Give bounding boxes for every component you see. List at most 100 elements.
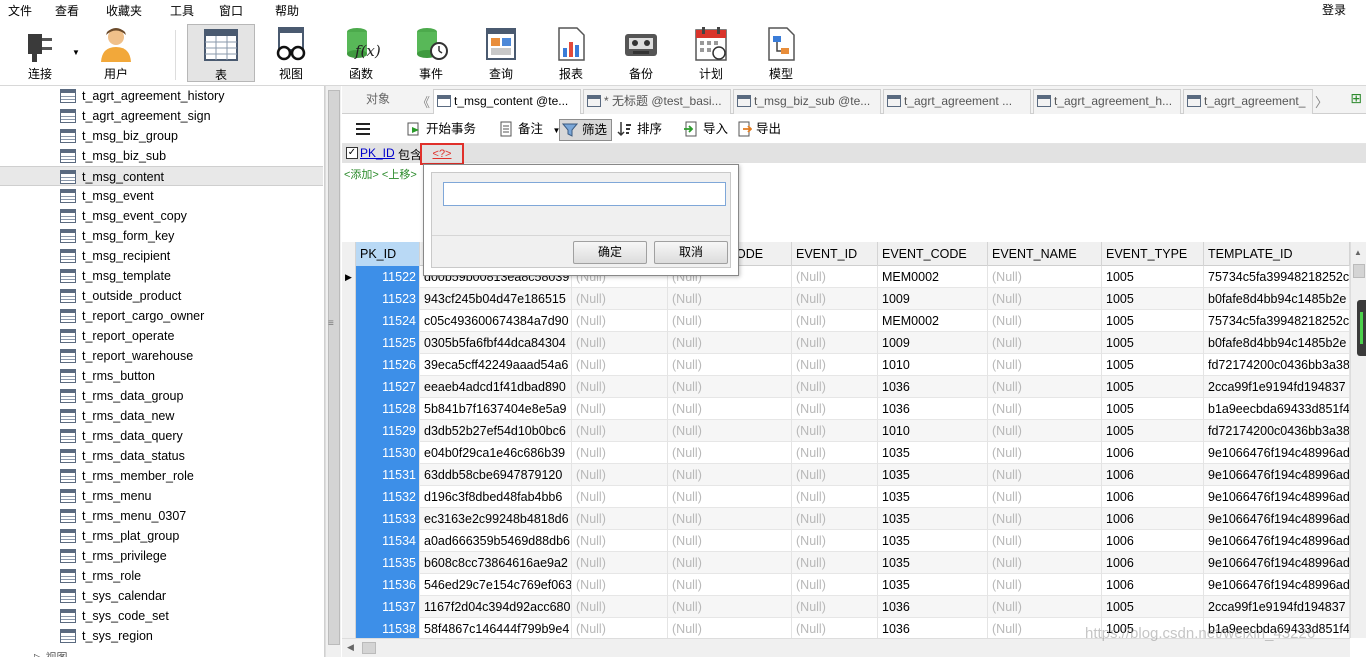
report-button[interactable]: 报表	[539, 24, 603, 82]
grid-cell[interactable]: (Null)	[668, 530, 792, 552]
column-header-event-type[interactable]: EVENT_TYPE	[1102, 242, 1204, 266]
grid-cell[interactable]: 1005	[1102, 354, 1204, 376]
grid-cell[interactable]: eeaeb4adcd1f41dbad890	[420, 376, 572, 398]
filter-button[interactable]: 筛选	[559, 119, 613, 141]
connect-dropdown-icon[interactable]: ▼	[72, 48, 80, 57]
ok-button[interactable]: 确定	[573, 241, 647, 264]
grid-cell[interactable]: (Null)	[792, 464, 878, 486]
grid-cell[interactable]: 1035	[878, 442, 988, 464]
nav-table-t-sys-code-set[interactable]: t_sys_code_set	[0, 606, 323, 626]
cancel-button[interactable]: 取消	[654, 241, 728, 264]
tab-6[interactable]: t_agrt_agreement_	[1183, 89, 1313, 114]
column-header-event-id[interactable]: EVENT_ID	[792, 242, 878, 266]
row-selector[interactable]	[342, 398, 356, 420]
table-row[interactable]: 11533 ec3163e2c99248b4818d6 (Null) (Null) (N…	[342, 508, 1350, 530]
nav-table-t-report-warehouse[interactable]: t_report_warehouse	[0, 346, 323, 366]
grid-cell[interactable]: 58f4867c146444f799b9e4	[420, 618, 572, 638]
grid-cell[interactable]: (Null)	[668, 442, 792, 464]
nav-table-t-rms-data-status[interactable]: t_rms_data_status	[0, 446, 323, 466]
grid-cell[interactable]: (Null)	[988, 464, 1102, 486]
grid-cell[interactable]: (Null)	[792, 618, 878, 638]
grid-cell[interactable]: 5b841b7f1637404e8e5a9	[420, 398, 572, 420]
row-selector[interactable]	[342, 288, 356, 310]
grid-cell[interactable]: 1005	[1102, 266, 1204, 288]
row-selector[interactable]	[342, 354, 356, 376]
grid-cell[interactable]: (Null)	[572, 464, 668, 486]
grid-cell[interactable]: (Null)	[668, 574, 792, 596]
grid-cell[interactable]: 1035	[878, 574, 988, 596]
row-selector[interactable]: ▶	[342, 266, 356, 288]
grid-cell[interactable]: 1005	[1102, 596, 1204, 618]
nav-table-t-report-cargo-owner[interactable]: t_report_cargo_owner	[0, 306, 323, 326]
grid-cell[interactable]: (Null)	[988, 530, 1102, 552]
grid-cell[interactable]: (Null)	[668, 310, 792, 332]
table-row[interactable]: 11523 943cf245b04d47e186515 (Null) (Null) (N…	[342, 288, 1350, 310]
navigator-scrollbar[interactable]	[325, 86, 341, 657]
nav-table-t-msg-event-copy[interactable]: t_msg_event_copy	[0, 206, 323, 226]
export-button[interactable]: 导出	[734, 119, 781, 141]
grid-cell[interactable]: (Null)	[792, 508, 878, 530]
nav-table-t-rms-member-role[interactable]: t_rms_member_role	[0, 466, 323, 486]
grid-cell[interactable]: MEM0002	[878, 266, 988, 288]
grid-cell[interactable]: (Null)	[988, 354, 1102, 376]
grid-cell[interactable]: fd72174200c0436bb3a38	[1204, 354, 1350, 376]
grid-cell[interactable]: 11535	[356, 552, 420, 574]
grid-cell[interactable]: (Null)	[792, 596, 878, 618]
grid-cell[interactable]: 11522	[356, 266, 420, 288]
connect-button[interactable]: 连接	[8, 24, 72, 82]
grid-cell[interactable]: 2cca99f1e9194fd194837	[1204, 376, 1350, 398]
grid-cell[interactable]: (Null)	[988, 266, 1102, 288]
grid-cell[interactable]: (Null)	[988, 574, 1102, 596]
new-tab-icon[interactable]: ⊞	[1350, 90, 1362, 107]
grid-cell[interactable]: (Null)	[988, 442, 1102, 464]
grid-cell[interactable]: 1006	[1102, 508, 1204, 530]
nav-table-t-sys-region[interactable]: t_sys_region	[0, 626, 323, 646]
grid-cell[interactable]: 75734c5fa39948218252c	[1204, 310, 1350, 332]
grid-cell[interactable]: (Null)	[572, 442, 668, 464]
grid-cell[interactable]: 1006	[1102, 530, 1204, 552]
grid-cell[interactable]: 943cf245b04d47e186515	[420, 288, 572, 310]
table-row[interactable]: 11531 63ddb58cbe6947879120 (Null) (Null) (Nu…	[342, 464, 1350, 486]
grid-cell[interactable]: 9e1066476f194c48996ad	[1204, 442, 1350, 464]
grid-cell[interactable]: (Null)	[792, 354, 878, 376]
grid-cell[interactable]: (Null)	[668, 420, 792, 442]
grid-cell[interactable]: 11530	[356, 442, 420, 464]
grid-cell[interactable]: 11532	[356, 486, 420, 508]
table-row[interactable]: 11524 c05c493600674384a7d90 (Null) (Null) (N…	[342, 310, 1350, 332]
nav-table-t-rms-button[interactable]: t_rms_button	[0, 366, 323, 386]
tab-2[interactable]: * 无标题 @test_basi...	[583, 89, 731, 114]
grid-cell[interactable]: 63ddb58cbe6947879120	[420, 464, 572, 486]
tab-1[interactable]: t_msg_content @te...	[433, 89, 581, 114]
grid-cell[interactable]: 9e1066476f194c48996ad	[1204, 508, 1350, 530]
hamburger-menu-icon[interactable]	[356, 123, 370, 125]
row-selector[interactable]	[342, 618, 356, 638]
scroll-left-icon[interactable]: ◀	[347, 642, 354, 653]
grid-cell[interactable]: (Null)	[572, 376, 668, 398]
grid-cell[interactable]: (Null)	[792, 574, 878, 596]
import-button[interactable]: 导入	[681, 119, 728, 141]
nav-table-t-agrt-agreement-history[interactable]: t_agrt_agreement_history	[0, 86, 323, 106]
column-header-event-code[interactable]: EVENT_CODE	[878, 242, 988, 266]
nav-table-t-msg-event[interactable]: t_msg_event	[0, 186, 323, 206]
grid-cell[interactable]: (Null)	[988, 552, 1102, 574]
grid-cell[interactable]: 1006	[1102, 486, 1204, 508]
grid-cell[interactable]: (Null)	[668, 398, 792, 420]
grid-cell[interactable]: b608c8cc73864616ae9a2	[420, 552, 572, 574]
grid-cell[interactable]: (Null)	[988, 288, 1102, 310]
login-link[interactable]: 登录	[1322, 1, 1346, 18]
grid-cell[interactable]: 1035	[878, 530, 988, 552]
grid-cell[interactable]: c05c493600674384a7d90	[420, 310, 572, 332]
grid-cell[interactable]: (Null)	[988, 486, 1102, 508]
table-button[interactable]: 表	[187, 24, 255, 82]
nav-views-node[interactable]: ▷ 视图	[34, 649, 68, 657]
schedule-button[interactable]: 计划	[679, 24, 743, 82]
grid-cell[interactable]: (Null)	[988, 508, 1102, 530]
nav-table-t-report-operate[interactable]: t_report_operate	[0, 326, 323, 346]
row-selector[interactable]	[342, 376, 356, 398]
nav-table-t-msg-recipient[interactable]: t_msg_recipient	[0, 246, 323, 266]
sort-button[interactable]: 排序	[615, 119, 662, 141]
grid-cell[interactable]: b0fafe8d4bb94c1485b2e	[1204, 332, 1350, 354]
grid-cell[interactable]: 1005	[1102, 310, 1204, 332]
grid-cell[interactable]: 1010	[878, 354, 988, 376]
grid-cell[interactable]: 546ed29c7e154c769ef063	[420, 574, 572, 596]
